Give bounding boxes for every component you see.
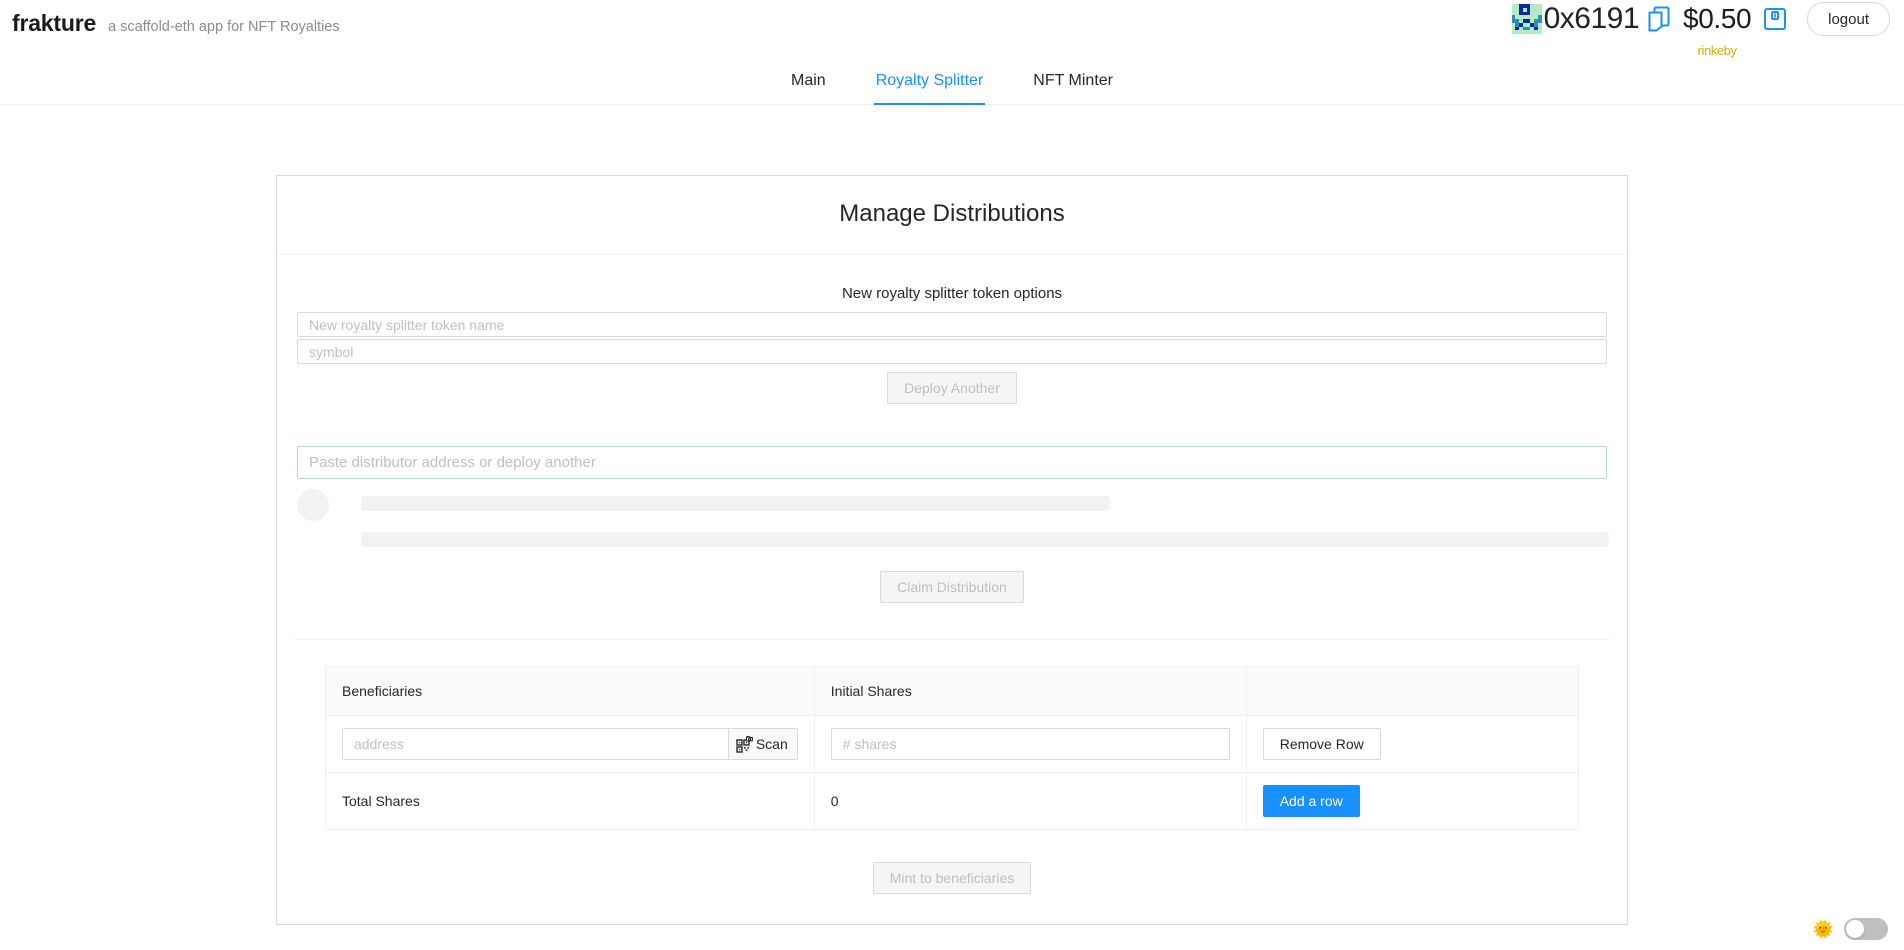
account-address[interactable]: 0x6191: [1544, 2, 1640, 36]
brand-name: frakture: [12, 10, 97, 36]
cell-row-actions: Remove Row: [1246, 715, 1578, 773]
divider: [295, 639, 1609, 640]
token-symbol-input[interactable]: [297, 339, 1607, 364]
total-shares-value: 0: [814, 772, 1247, 829]
brand: frakture a scaffold-eth app for NFT Roya…: [12, 10, 340, 37]
table-header-row: Beneficiaries Initial Shares: [326, 667, 1578, 716]
cell-beneficiary-address: Scan: [326, 715, 815, 773]
deploy-row: Deploy Another: [295, 372, 1609, 404]
top-bar: frakture a scaffold-eth app for NFT Roya…: [0, 0, 1904, 58]
distributor-address-input[interactable]: [297, 446, 1607, 479]
token-options-inputs: [295, 312, 1609, 364]
column-header-beneficiaries: Beneficiaries: [326, 667, 815, 716]
add-row-button[interactable]: Add a row: [1262, 785, 1360, 817]
qr-scan-icon: [736, 736, 754, 753]
distributor-row: [295, 446, 1609, 479]
cell-initial-shares: [814, 715, 1247, 773]
scan-button[interactable]: Scan: [727, 728, 798, 760]
total-shares-label: Total Shares: [326, 772, 815, 829]
brand-tagline: a scaffold-eth app for NFT Royalties: [108, 19, 340, 35]
beneficiaries-table: Beneficiaries Initial Shares address Sca…: [326, 667, 1578, 829]
card-body: New royalty splitter token options Deplo…: [277, 255, 1627, 924]
account-area: 0x6191 $0.50 rinkeby logout: [1511, 2, 1890, 58]
table-body: Scan Remove Row Total Shares: [326, 715, 1578, 830]
distributor-skeleton: [295, 489, 1609, 547]
table-total-row: Total Shares 0 Add a row: [326, 772, 1578, 830]
mint-row: Mint to beneficiaries: [295, 862, 1609, 894]
skeleton-bar-2: [361, 532, 1609, 547]
remove-row-button[interactable]: Remove Row: [1262, 728, 1381, 760]
beneficiaries-table-wrap: Beneficiaries Initial Shares address Sca…: [325, 666, 1579, 830]
token-name-input[interactable]: [297, 312, 1607, 337]
cell-add-row: Add a row: [1246, 773, 1578, 830]
theme-toggle[interactable]: 🌞: [1813, 918, 1888, 940]
token-options-label: New royalty splitter token options: [841, 285, 1063, 302]
column-header-actions: [1246, 667, 1578, 716]
table-head: Beneficiaries Initial Shares: [326, 667, 1578, 716]
manage-distributions-card: Manage Distributions New royalty splitte…: [276, 175, 1628, 925]
skeleton-lines: [329, 489, 1609, 547]
table-row: Scan Remove Row: [326, 715, 1578, 773]
tab-main[interactable]: Main: [789, 60, 828, 104]
sun-icon: 🌞: [1812, 919, 1834, 939]
theme-switch-knob: [1846, 920, 1864, 938]
claim-distribution-button[interactable]: Claim Distribution: [880, 571, 1024, 603]
page-title: Manage Distributions: [277, 176, 1627, 255]
theme-switch[interactable]: [1844, 918, 1888, 940]
nav-tabs-bar: Main Royalty Splitter NFT Minter: [0, 52, 1904, 105]
skeleton-bar-1: [361, 496, 1110, 511]
tab-royalty-splitter[interactable]: Royalty Splitter: [873, 60, 986, 105]
deploy-another-button[interactable]: Deploy Another: [887, 372, 1017, 404]
nav-tabs: Main Royalty Splitter NFT Minter: [789, 52, 1115, 105]
scan-button-label: Scan: [755, 736, 788, 752]
tab-nft-minter[interactable]: NFT Minter: [1031, 60, 1115, 104]
beneficiary-address-input[interactable]: [342, 728, 728, 760]
claim-row: Claim Distribution: [295, 571, 1609, 603]
copy-icon[interactable]: [1642, 2, 1676, 36]
save-icon[interactable]: [1758, 2, 1792, 36]
account-balance-wrap[interactable]: $0.50 rinkeby: [1679, 3, 1755, 58]
avatar-blockie: [1511, 4, 1542, 34]
address-input-group: Scan: [342, 728, 798, 760]
column-header-initial-shares: Initial Shares: [814, 667, 1247, 716]
skeleton-avatar: [297, 489, 329, 521]
network-label: rinkeby: [1697, 43, 1738, 58]
account-balance: $0.50: [1683, 3, 1752, 34]
shares-input[interactable]: [830, 728, 1230, 760]
mint-to-beneficiaries-button[interactable]: Mint to beneficiaries: [872, 862, 1032, 894]
logout-button[interactable]: logout: [1807, 2, 1890, 36]
